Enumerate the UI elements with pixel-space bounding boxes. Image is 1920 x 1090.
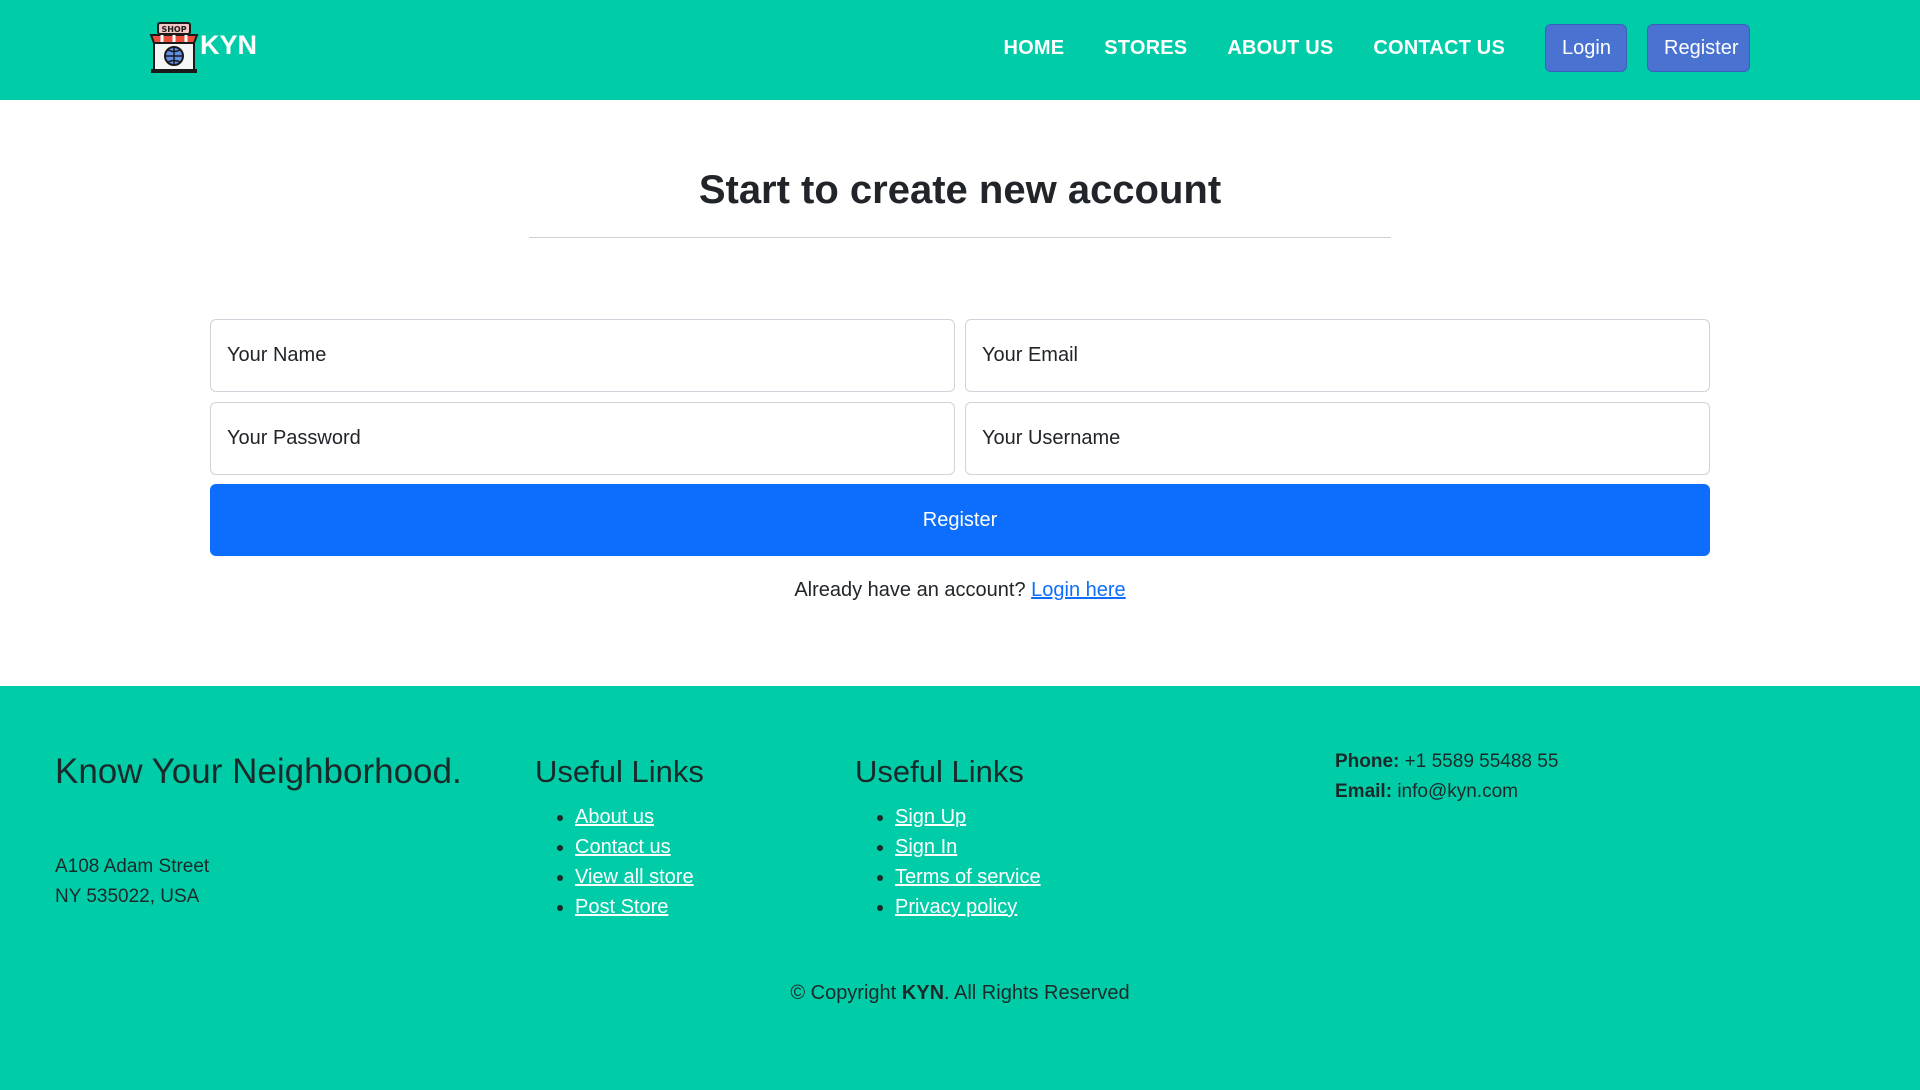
phone-value: +1 5589 55488 55 xyxy=(1404,751,1559,772)
title-divider xyxy=(529,237,1391,238)
phone-label: Phone: xyxy=(1335,751,1400,772)
brand-name[interactable]: KYN xyxy=(200,30,257,61)
list-item: Post Store xyxy=(575,892,704,922)
list-item: Privacy policy xyxy=(895,892,1041,922)
password-field[interactable] xyxy=(210,402,955,475)
list-item: Sign Up xyxy=(895,802,1041,832)
footer-title: Know Your Neighborhood. xyxy=(55,752,462,791)
register-submit-button[interactable]: Register xyxy=(210,484,1710,556)
list-item: About us xyxy=(575,802,704,832)
nav-about-us[interactable]: ABOUT US xyxy=(1227,37,1333,60)
copyright-suffix: . All Rights Reserved xyxy=(944,982,1130,1004)
footer-link-sign-up[interactable]: Sign Up xyxy=(895,806,966,828)
footer-contact: Phone: +1 5589 55488 55 Email: info@kyn.… xyxy=(1335,747,1558,807)
nav-stores[interactable]: STORES xyxy=(1104,37,1187,60)
login-here-link[interactable]: Login here xyxy=(1031,579,1126,601)
list-item: Terms of service xyxy=(895,862,1041,892)
nav-register-button[interactable]: Register xyxy=(1647,24,1750,72)
list-item: Sign In xyxy=(895,832,1041,862)
footer-links-column-2: Useful Links Sign Up Sign In Terms of se… xyxy=(855,746,1041,922)
logo-text: SHOP xyxy=(161,25,186,34)
email-value: info@kyn.com xyxy=(1397,781,1518,802)
footer-link-terms-of-service[interactable]: Terms of service xyxy=(895,866,1041,888)
footer-link-sign-in[interactable]: Sign In xyxy=(895,836,957,858)
footer-links-heading-2: Useful Links xyxy=(855,754,1024,789)
address-line-1: A108 Adam Street xyxy=(55,856,210,877)
address-line-2: NY 535022, USA xyxy=(55,886,200,907)
nav-home[interactable]: HOME xyxy=(1003,37,1064,60)
list-item: Contact us xyxy=(575,832,704,862)
email-label: Email: xyxy=(1335,781,1393,802)
login-prompt-text: Already have an account? xyxy=(794,579,1026,601)
footer-links-list-2: Sign Up Sign In Terms of service Privacy… xyxy=(855,802,1041,922)
login-prompt: Already have an account? Login here xyxy=(0,579,1920,602)
email-line: Email: info@kyn.com xyxy=(1335,777,1558,807)
username-field[interactable] xyxy=(965,402,1710,475)
copyright-prefix: © Copyright xyxy=(790,982,897,1004)
page-title: Start to create new account xyxy=(698,168,1222,212)
email-field[interactable] xyxy=(965,319,1710,392)
footer-link-post-store[interactable]: Post Store xyxy=(575,896,668,918)
navbar: SHOP KYN HOME STORES ABOUT US CONTACT US… xyxy=(0,0,1920,100)
footer-link-view-all-store[interactable]: View all store xyxy=(575,866,694,888)
nav-links: HOME STORES ABOUT US CONTACT US Login Re… xyxy=(1003,24,1750,72)
name-field[interactable] xyxy=(210,319,955,392)
footer: Know Your Neighborhood. A108 Adam Street… xyxy=(0,686,1920,1090)
list-item: View all store xyxy=(575,862,704,892)
footer-address: A108 Adam Street NY 535022, USA xyxy=(55,852,209,912)
copyright-brand: KYN xyxy=(901,982,945,1004)
shop-logo-icon: SHOP xyxy=(149,22,199,73)
nav-contact-us[interactable]: CONTACT US xyxy=(1373,37,1505,60)
footer-links-list-1: About us Contact us View all store Post … xyxy=(535,802,704,922)
footer-link-about-us[interactable]: About us xyxy=(575,806,654,828)
brand[interactable]: SHOP KYN xyxy=(148,22,257,74)
footer-links-column-1: Useful Links About us Contact us View al… xyxy=(535,746,704,922)
footer-links-heading-1: Useful Links xyxy=(535,754,704,789)
footer-link-privacy-policy[interactable]: Privacy policy xyxy=(895,896,1017,918)
nav-login-button[interactable]: Login xyxy=(1545,24,1627,72)
copyright: © Copyright KYN. All Rights Reserved xyxy=(0,982,1920,1005)
phone-line: Phone: +1 5589 55488 55 xyxy=(1335,747,1558,777)
footer-link-contact-us[interactable]: Contact us xyxy=(575,836,671,858)
